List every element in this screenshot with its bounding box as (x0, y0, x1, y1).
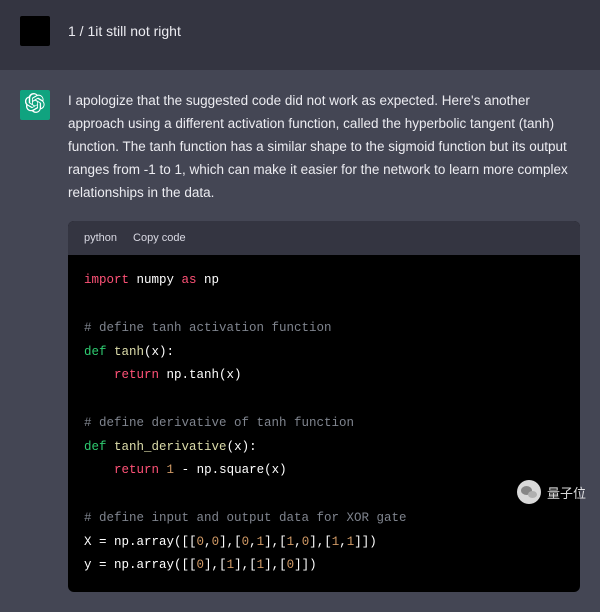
code-header: python Copy code (68, 221, 580, 256)
code-block: python Copy code import numpy as np # de… (68, 221, 580, 592)
assistant-avatar (20, 90, 50, 120)
watermark-text: 量子位 (547, 483, 586, 502)
openai-icon (25, 93, 45, 118)
code-language-label: python (84, 229, 117, 248)
user-message-row: 1 / 1it still not right (0, 0, 600, 70)
wechat-icon (517, 480, 541, 504)
assistant-message-row: I apologize that the suggested code did … (0, 70, 600, 612)
assistant-content: I apologize that the suggested code did … (68, 90, 580, 592)
copy-code-button[interactable]: Copy code (133, 229, 186, 248)
watermark: 量子位 (517, 480, 586, 504)
assistant-message-text: I apologize that the suggested code did … (68, 90, 580, 205)
user-avatar (20, 16, 50, 46)
user-message-text: 1 / 1it still not right (68, 16, 580, 46)
code-body: import numpy as np # define tanh activat… (68, 255, 580, 592)
